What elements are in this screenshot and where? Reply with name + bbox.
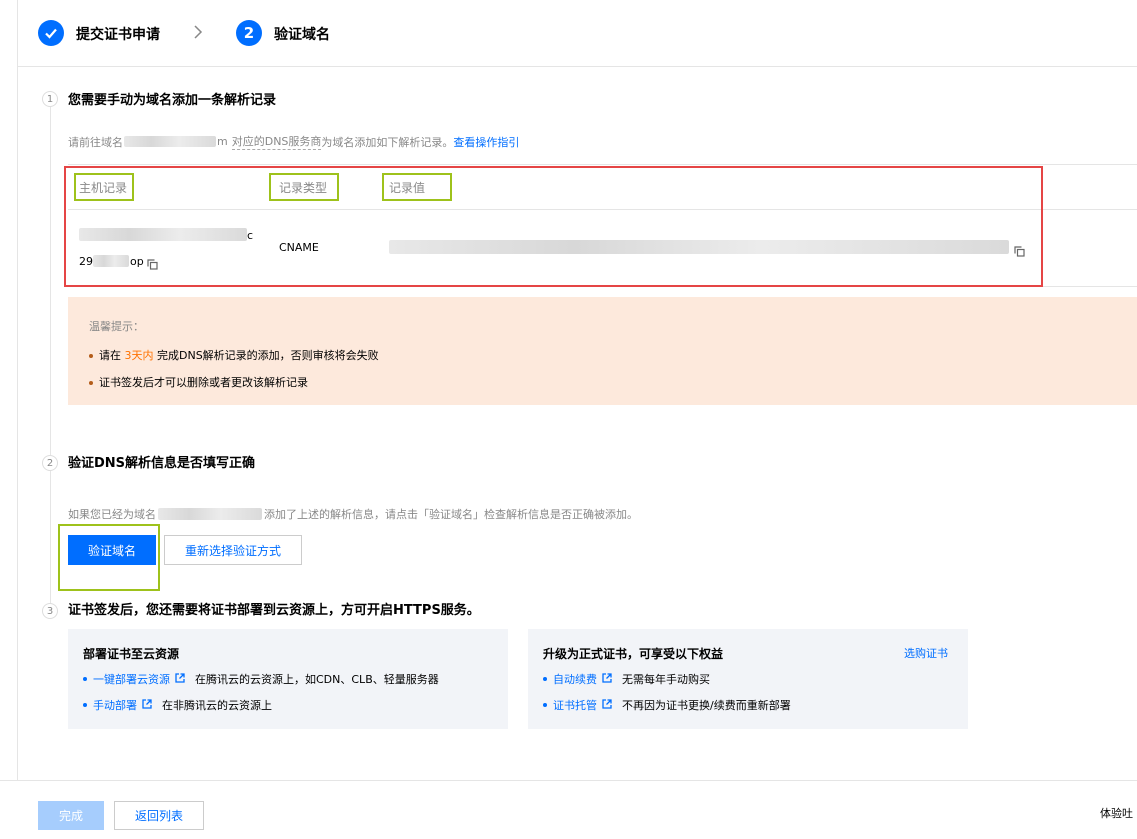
step-1-label: 提交证书申请 xyxy=(76,27,160,43)
section-1-title: 您需要手动为域名添加一条解析记录 xyxy=(68,93,277,108)
blurred-domain xyxy=(124,136,216,147)
section-1-number: 1 xyxy=(42,91,58,107)
upgrade-item-2-text: 不再因为证书更换/续费而重新部署 xyxy=(622,699,791,712)
upgrade-item-1: 自动续费 无需每年手动购买 xyxy=(543,671,710,687)
bullet-dot xyxy=(83,677,87,681)
upgrade-item-2: 证书托管 不再因为证书更换/续费而重新部署 xyxy=(543,697,791,713)
deploy-item-1-text: 在腾讯云的云资源上，如CDN、CLB、轻量服务器 xyxy=(195,673,439,686)
done-button[interactable]: 完成 xyxy=(38,801,104,830)
desc-prefix: 请前往域名 xyxy=(68,135,123,149)
deploy-item-2-text: 在非腾讯云的云资源上 xyxy=(162,699,272,712)
deploy-item-2: 手动部署 在非腾讯云的云资源上 xyxy=(83,697,272,713)
record-highlight-box xyxy=(64,166,1043,287)
stepper-divider xyxy=(18,66,1137,67)
reselect-method-button[interactable]: 重新选择验证方式 xyxy=(164,535,302,565)
dns-provider-text: 对应的DNS服务商 xyxy=(231,135,322,150)
deploy-card-title: 部署证书至云资源 xyxy=(83,647,180,661)
step-2-label: 验证域名 xyxy=(274,27,330,43)
table-top-line xyxy=(68,164,1137,165)
bullet-dot xyxy=(89,354,93,358)
operation-guide-link[interactable]: 查看操作指引 xyxy=(453,134,519,150)
external-link-icon xyxy=(175,672,185,686)
annotation-box-verify xyxy=(58,524,160,591)
bullet-dot xyxy=(89,381,93,385)
bullet-dot xyxy=(543,677,547,681)
desc-middle: 为域名添加如下解析记录。 xyxy=(321,135,454,149)
blurred-domain-2 xyxy=(158,508,262,520)
step-done-icon xyxy=(38,20,64,46)
section-3-title: 证书签发后，您还需要将证书部署到云资源上，方可开启HTTPS服务。 xyxy=(68,603,480,618)
tip-2-text: 证书签发后才可以删除或者更改该解析记录 xyxy=(99,376,308,389)
section-2-number: 2 xyxy=(42,455,58,471)
desc-blur-suffix: m xyxy=(217,135,228,148)
external-link-icon xyxy=(602,672,612,686)
section-1-desc: 请前往域名 m 对应的DNS服务商 为域名添加如下解析记录。 查看操作指引 xyxy=(68,133,519,150)
bullet-dot xyxy=(83,703,87,707)
desc2-prefix: 如果您已经为域名 xyxy=(68,508,156,521)
external-link-icon xyxy=(602,698,612,712)
external-link-icon xyxy=(142,698,152,712)
one-click-deploy-link[interactable]: 一键部署云资源 xyxy=(93,671,170,687)
left-border xyxy=(17,0,18,838)
tip-1-suffix: 完成DNS解析记录的添加，否则审核将会失败 xyxy=(157,349,379,362)
section-2-desc: 如果您已经为域名 添加了上述的解析信息，请点击「验证域名」检查解析信息是否正确被… xyxy=(68,506,638,522)
auto-renew-link[interactable]: 自动续费 xyxy=(553,671,597,687)
tip-item-2: 证书签发后才可以删除或者更改该解析记录 xyxy=(89,374,308,390)
chevron-right-icon xyxy=(192,24,204,44)
tip-item-1: 请在 3天内 完成DNS解析记录的添加，否则审核将会失败 xyxy=(89,347,379,363)
deploy-item-1: 一键部署云资源 在腾讯云的云资源上，如CDN、CLB、轻量服务器 xyxy=(83,671,439,687)
manual-deploy-link[interactable]: 手动部署 xyxy=(93,697,137,713)
step-2-number: 2 xyxy=(236,20,262,46)
section-2-title: 验证DNS解析信息是否填写正确 xyxy=(68,456,256,471)
desc2-suffix: 添加了上述的解析信息，请点击「验证域名」检查解析信息是否正确被添加。 xyxy=(264,508,638,521)
tip-1-prefix: 请在 xyxy=(99,349,121,362)
bullet-dot xyxy=(543,703,547,707)
tip-title: 温馨提示： xyxy=(89,320,144,333)
tip-1-highlight: 3天内 xyxy=(124,349,154,362)
buy-certificate-link[interactable]: 选购证书 xyxy=(904,645,948,661)
feedback-text[interactable]: 体验吐 xyxy=(1100,805,1133,821)
timeline-line xyxy=(50,104,51,604)
upgrade-item-1-text: 无需每年手动购买 xyxy=(622,673,710,686)
back-to-list-button[interactable]: 返回列表 xyxy=(114,801,204,830)
section-3-number: 3 xyxy=(42,603,58,619)
upgrade-card-title: 升级为正式证书，可享受以下权益 xyxy=(543,647,724,661)
cert-hosting-link[interactable]: 证书托管 xyxy=(553,697,597,713)
